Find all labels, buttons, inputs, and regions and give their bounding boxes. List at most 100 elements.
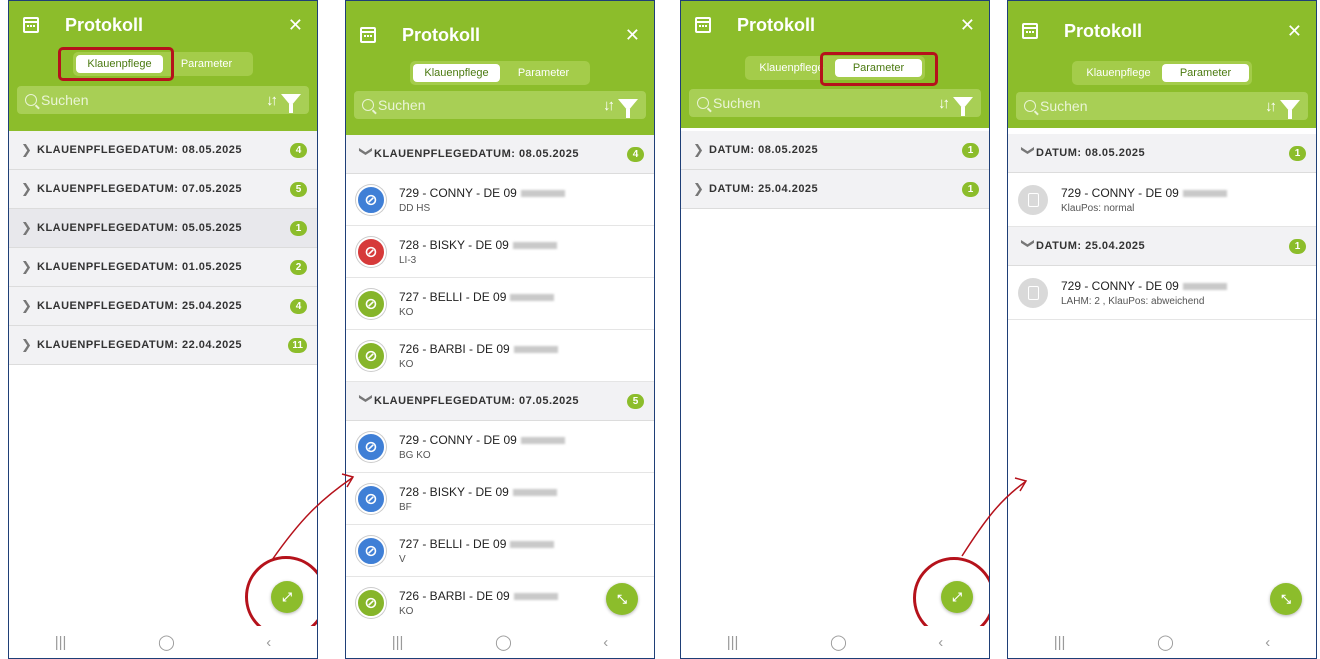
hoof-icon: ⊘ (356, 340, 386, 371)
tab-parameter[interactable]: Parameter (1162, 64, 1249, 82)
hoof-icon: ⊘ (356, 483, 386, 514)
count-badge: 1 (962, 142, 979, 158)
collapse-all-button[interactable]: ⤡ (1270, 583, 1302, 615)
back-button[interactable]: ‹ (266, 634, 271, 651)
back-button[interactable]: ‹ (938, 634, 943, 651)
calendar-icon (23, 17, 39, 33)
highlight-box (58, 47, 174, 81)
home-button[interactable]: ◯ (158, 633, 175, 651)
back-button[interactable]: ‹ (603, 634, 608, 651)
tab-parameter[interactable]: Parameter (163, 55, 250, 73)
group-row[interactable]: ❯ KLAUENPFLEGEDATUM: 25.04.2025 4 (9, 287, 317, 326)
search-bar[interactable]: Suchen ↓↑ (689, 89, 981, 117)
search-bar[interactable]: Suchen ↓↑ (354, 91, 646, 119)
sort-arrows-icon[interactable]: ↓↑ (266, 92, 278, 109)
close-icon[interactable]: ✕ (288, 15, 303, 36)
group-row[interactable]: ❯ KLAUENPFLEGEDATUM: 01.05.2025 2 (9, 248, 317, 287)
recent-apps-button[interactable]: ||| (392, 634, 404, 651)
screen-3-parameter-collapsed: Protokoll ✕ Klauenpflege Parameter Suche… (680, 0, 990, 659)
hoof-icon: ⊘ (356, 288, 386, 319)
list-item[interactable]: ⊘ 728 - BISKY - DE 09 LI-3 (346, 226, 654, 278)
collapse-all-button[interactable]: ⤡ (606, 583, 638, 615)
count-badge: 1 (1289, 238, 1306, 254)
recent-apps-button[interactable]: ||| (55, 634, 67, 651)
close-icon[interactable]: ✕ (1287, 21, 1302, 42)
search-input[interactable]: Suchen (378, 97, 425, 113)
system-navbar: ||| ◯ ‹ (346, 626, 654, 658)
count-badge: 1 (1289, 145, 1306, 161)
app-header: Protokoll ✕ Klauenpflege Parameter Suche… (681, 1, 989, 128)
search-input[interactable]: Suchen (713, 95, 760, 111)
group-row[interactable]: ❯ KLAUENPFLEGEDATUM: 07.05.2025 5 (346, 382, 654, 421)
segmented-tabs: Klauenpflege Parameter (410, 61, 590, 85)
search-icon (1024, 100, 1036, 112)
list-item[interactable]: ⊘ 728 - BISKY - DE 09 BF (346, 473, 654, 525)
group-row[interactable]: ❯ DATUM: 08.05.2025 1 (1008, 134, 1316, 173)
home-button[interactable]: ◯ (495, 633, 512, 651)
list-item[interactable]: ⊘ 727 - BELLI - DE 09 KO (346, 278, 654, 330)
filter-funnel-icon[interactable] (281, 94, 301, 113)
app-title: Protokoll (737, 14, 816, 35)
chevron-right-icon: ❯ (693, 181, 704, 196)
tab-parameter[interactable]: Parameter (500, 64, 587, 82)
close-icon[interactable]: ✕ (625, 25, 640, 46)
group-list: ❯ DATUM: 08.05.2025 1 ❯ DATUM: 25.04.2025 1 (681, 131, 989, 209)
list-item[interactable]: 729 - CONNY - DE 09 LAHM: 2 , KlauPos: ab… (1008, 266, 1316, 320)
home-button[interactable]: ◯ (830, 633, 847, 651)
sort-arrows-icon[interactable]: ↓↑ (603, 97, 615, 114)
chevron-right-icon: ❯ (21, 259, 32, 274)
screen-1-klauenpflege-collapsed: Protokoll ✕ Klauenpflege Parameter Suche… (8, 0, 318, 659)
chevron-down-icon: ❯ (1021, 145, 1036, 156)
chevron-right-icon: ❯ (21, 298, 32, 313)
list-item[interactable]: ⊘ 727 - BELLI - DE 09 V (346, 525, 654, 577)
sort-arrows-icon[interactable]: ↓↑ (1265, 98, 1277, 115)
list-item[interactable]: ⊘ 726 - BARBI - DE 09 KO (346, 330, 654, 382)
search-icon (362, 99, 374, 111)
list-item[interactable]: 729 - CONNY - DE 09 KlauPos: normal (1008, 173, 1316, 227)
chevron-right-icon: ❯ (693, 142, 704, 157)
back-button[interactable]: ‹ (1265, 634, 1270, 651)
search-input[interactable]: Suchen (41, 92, 88, 108)
app-header: Protokoll ✕ Klauenpflege Parameter Suche… (9, 1, 317, 131)
count-badge: 5 (290, 181, 307, 197)
group-row[interactable]: ❯ KLAUENPFLEGEDATUM: 05.05.2025 1 (9, 209, 317, 248)
group-row[interactable]: ❯ KLAUENPFLEGEDATUM: 08.05.2025 4 (9, 131, 317, 170)
group-row[interactable]: ❯ KLAUENPFLEGEDATUM: 07.05.2025 5 (9, 170, 317, 209)
search-icon (697, 97, 709, 109)
screen-2-klauenpflege-expanded: Protokoll ✕ Klauenpflege Parameter Suche… (345, 0, 655, 659)
screen-4-parameter-expanded: Protokoll ✕ Klauenpflege Parameter Suche… (1007, 0, 1317, 659)
search-bar[interactable]: Suchen ↓↑ (17, 86, 309, 114)
chevron-down-icon: ❯ (1021, 238, 1036, 249)
chevron-down-icon: ❯ (359, 146, 374, 157)
system-navbar: ||| ◯ ‹ (1008, 626, 1316, 658)
group-row[interactable]: ❯ KLAUENPFLEGEDATUM: 22.04.2025 11 (9, 326, 317, 365)
list-item[interactable]: ⊘ 729 - CONNY - DE 09 DD HS (346, 174, 654, 226)
count-badge: 11 (288, 337, 307, 353)
app-title: Protokoll (65, 14, 144, 35)
filter-funnel-icon[interactable] (1280, 100, 1300, 119)
group-row[interactable]: ❯ DATUM: 08.05.2025 1 (681, 131, 989, 170)
group-row[interactable]: ❯ DATUM: 25.04.2025 1 (1008, 227, 1316, 266)
list-item[interactable]: ⊘ 729 - CONNY - DE 09 BG KO (346, 421, 654, 473)
sort-arrows-icon[interactable]: ↓↑ (938, 95, 950, 112)
filter-funnel-icon[interactable] (618, 99, 638, 118)
group-row[interactable]: ❯ DATUM: 25.04.2025 1 (681, 170, 989, 209)
group-row[interactable]: ❯ KLAUENPFLEGEDATUM: 08.05.2025 4 (346, 135, 654, 174)
filter-funnel-icon[interactable] (953, 97, 973, 116)
chevron-right-icon: ❯ (21, 142, 32, 157)
close-icon[interactable]: ✕ (960, 15, 975, 36)
document-icon (1018, 184, 1048, 215)
tab-klauenpflege[interactable]: Klauenpflege (1075, 64, 1162, 82)
count-badge: 4 (290, 142, 307, 158)
system-navbar: ||| ◯ ‹ (9, 626, 317, 658)
recent-apps-button[interactable]: ||| (1054, 634, 1066, 651)
search-bar[interactable]: Suchen ↓↑ (1016, 92, 1308, 120)
recent-apps-button[interactable]: ||| (727, 634, 739, 651)
hoof-icon: ⊘ (356, 431, 386, 462)
search-input[interactable]: Suchen (1040, 98, 1087, 114)
calendar-icon (360, 27, 376, 43)
system-navbar: ||| ◯ ‹ (681, 626, 989, 658)
tab-klauenpflege[interactable]: Klauenpflege (413, 64, 500, 82)
home-button[interactable]: ◯ (1157, 633, 1174, 651)
hoof-icon: ⊘ (356, 184, 386, 215)
